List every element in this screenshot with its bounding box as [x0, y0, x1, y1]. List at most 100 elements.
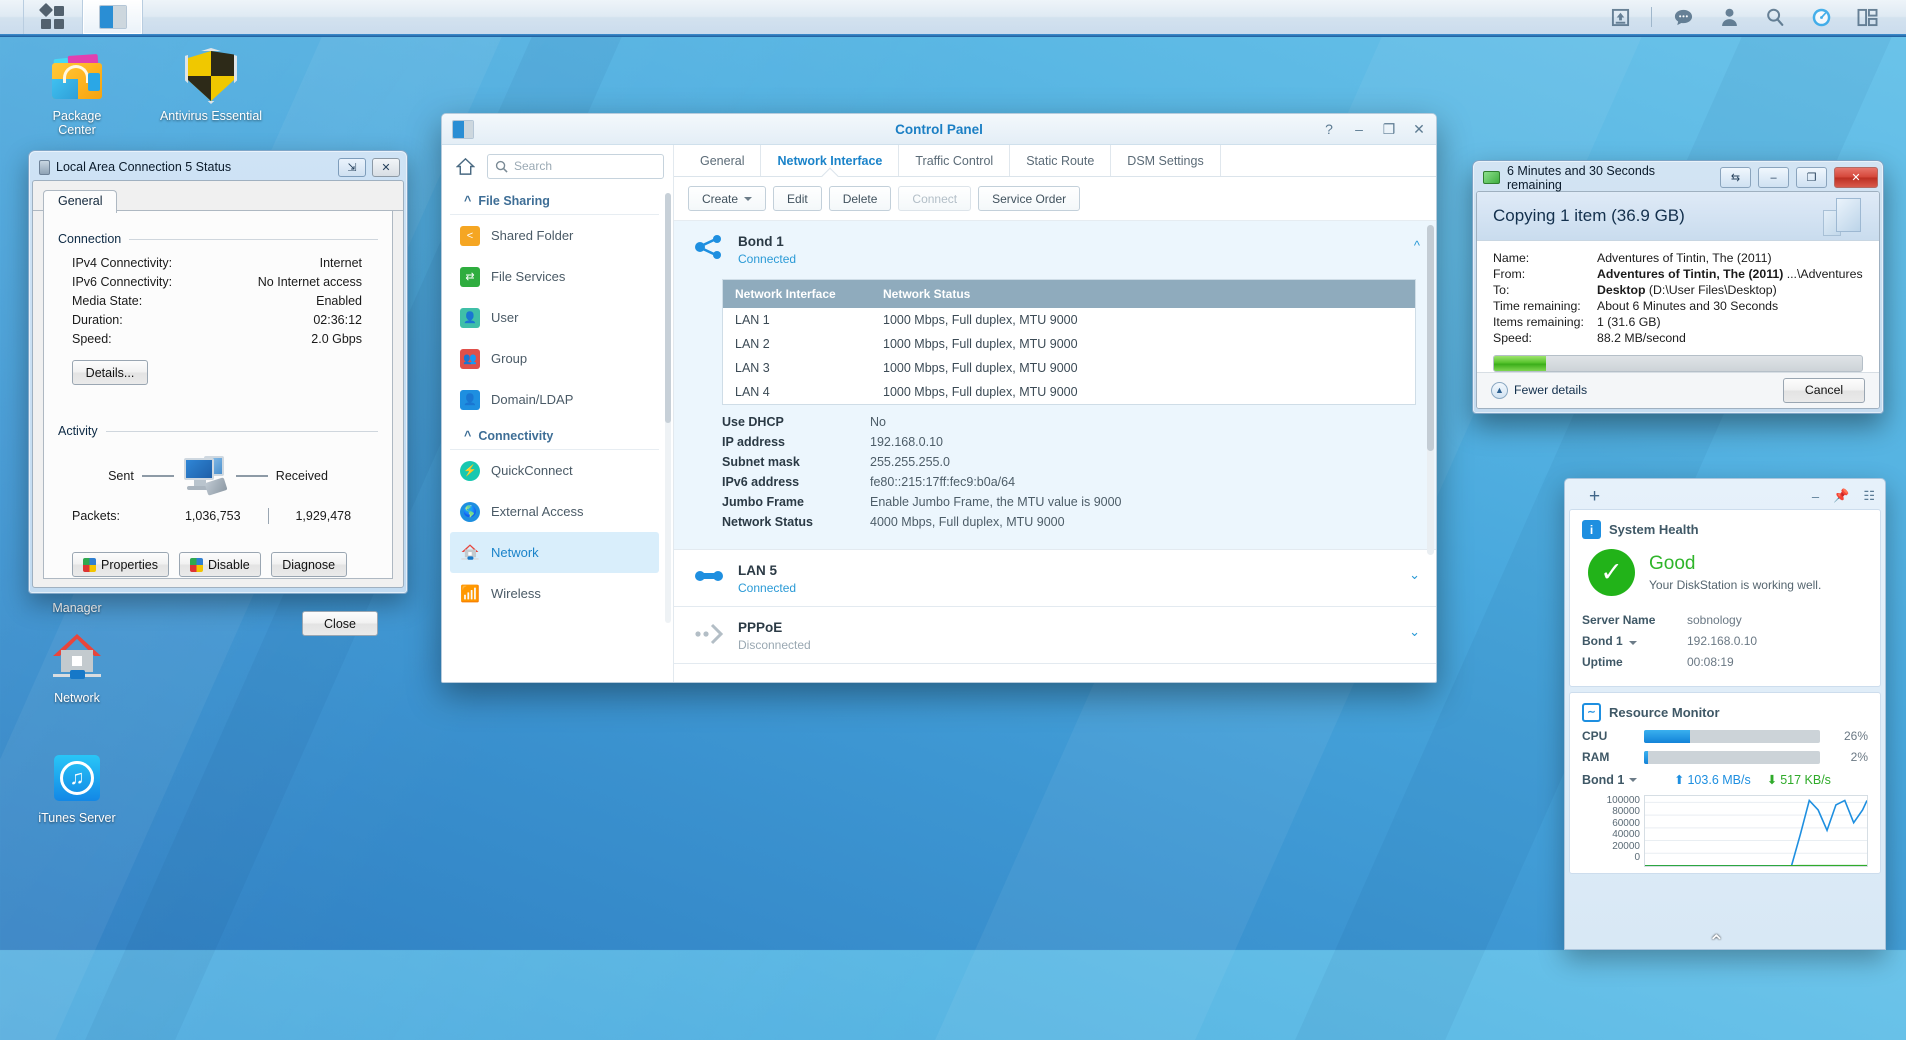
- interface-header[interactable]: Bond 1 Connected ^: [674, 221, 1436, 277]
- maximize-button[interactable]: ❐: [1382, 122, 1396, 136]
- copy-dialog-banner: Copying 1 item (36.9 GB): [1477, 192, 1879, 241]
- upload-icon[interactable]: [1597, 0, 1643, 36]
- interface-pppoe[interactable]: PPPoE Disconnected ⌄: [674, 607, 1436, 664]
- detail-key: Jumbo Frame: [722, 495, 870, 509]
- activity-legend: Activity: [58, 424, 106, 438]
- table-row[interactable]: LAN 31000 Mbps, Full duplex, MTU 9000: [723, 356, 1415, 380]
- desktop-icon-antivirus[interactable]: Antivirus Essential: [157, 48, 265, 123]
- table-row[interactable]: LAN 21000 Mbps, Full duplex, MTU 9000: [723, 332, 1415, 356]
- lan-dialog-tabstrip: General: [33, 181, 403, 211]
- chat-bubble-icon[interactable]: [1660, 0, 1706, 36]
- disable-button[interactable]: Disable: [179, 552, 261, 577]
- file-sheet-icon: [1836, 198, 1861, 232]
- person-icon[interactable]: [1706, 0, 1752, 36]
- chevron-down-icon[interactable]: ⌄: [1409, 563, 1420, 583]
- close-icon[interactable]: ✕: [372, 158, 400, 177]
- sidebar-item-domain-ldap[interactable]: 👤 Domain/LDAP: [442, 379, 667, 420]
- control-panel-main: General Network Interface Traffic Contro…: [674, 145, 1436, 683]
- close-icon[interactable]: ✕: [1412, 122, 1426, 136]
- sidebar-item-external-access[interactable]: 🌎 External Access: [442, 491, 667, 532]
- tab-network-interface[interactable]: Network Interface: [761, 145, 899, 176]
- panels-icon[interactable]: [1844, 0, 1890, 36]
- app-menu-button[interactable]: [23, 0, 83, 34]
- pin-icon[interactable]: 📌: [1833, 488, 1849, 504]
- restore-button[interactable]: ⇲: [338, 158, 366, 177]
- copy-dialog-titlebar[interactable]: 6 Minutes and 30 Seconds remaining ⇆ – ❐…: [1476, 164, 1880, 191]
- sidebar-item-shared-folder[interactable]: < Shared Folder: [442, 215, 667, 256]
- table-row[interactable]: LAN 41000 Mbps, Full duplex, MTU 9000: [723, 380, 1415, 404]
- sidebar-item-network[interactable]: Network: [450, 532, 659, 573]
- tab-static-route[interactable]: Static Route: [1010, 145, 1111, 176]
- computers-icon: [182, 456, 228, 496]
- search-input[interactable]: Search: [487, 154, 664, 179]
- interface-header[interactable]: LAN 5 Connected ⌄: [674, 550, 1436, 606]
- diagnose-button[interactable]: Diagnose: [271, 552, 347, 577]
- tab-traffic-control[interactable]: Traffic Control: [899, 145, 1010, 176]
- widget-title: i System Health: [1582, 520, 1868, 539]
- content-scrollbar[interactable]: [1427, 225, 1434, 555]
- checkmark-icon: ✓: [1588, 549, 1635, 596]
- desktop-icon-network[interactable]: Network: [23, 630, 131, 705]
- add-widget-button[interactable]: +: [1589, 487, 1600, 506]
- group-icon: 👥: [460, 349, 480, 369]
- maximize-button[interactable]: ❐: [1796, 167, 1827, 188]
- detail-key: From:: [1493, 266, 1597, 282]
- detail-value: sobnology: [1687, 613, 1868, 627]
- sidebar-item-user[interactable]: 👤 User: [442, 297, 667, 338]
- detail-row: Server Namesobnology: [1582, 613, 1868, 627]
- minimize-button[interactable]: –: [1812, 489, 1819, 504]
- cancel-button[interactable]: Cancel: [1783, 378, 1865, 403]
- control-panel-taskbar-item[interactable]: [83, 0, 143, 34]
- home-icon[interactable]: [451, 153, 480, 179]
- fewer-details-toggle[interactable]: ▲ Fewer details: [1491, 382, 1587, 399]
- help-button[interactable]: ?: [1322, 122, 1336, 136]
- tab-dsm-settings[interactable]: DSM Settings: [1111, 145, 1220, 176]
- sidebar-group-file-sharing[interactable]: ^ File Sharing: [450, 187, 659, 215]
- minimize-button[interactable]: –: [1352, 122, 1366, 136]
- delete-button[interactable]: Delete: [829, 186, 892, 211]
- sidebar-scrollbar[interactable]: [665, 193, 671, 623]
- magnifier-icon[interactable]: [1752, 0, 1798, 36]
- interface-lan-5[interactable]: LAN 5 Connected ⌄: [674, 550, 1436, 607]
- lan-dialog-titlebar[interactable]: Local Area Connection 5 Status ⇲ ✕: [32, 154, 404, 180]
- graph-plot-area: [1644, 795, 1868, 867]
- network-interface-selector[interactable]: Bond 1: [1582, 773, 1658, 787]
- detail-row[interactable]: Bond 1 192.168.0.10: [1582, 634, 1868, 648]
- close-button[interactable]: Close: [302, 611, 378, 636]
- interface-bond-1[interactable]: Bond 1 Connected ^ Network Interface Net…: [674, 221, 1436, 550]
- tab-general[interactable]: General: [684, 145, 761, 176]
- close-icon[interactable]: ✕: [1834, 167, 1878, 188]
- table-row: IPv4 Connectivity:Internet: [72, 256, 378, 270]
- chevron-down-icon[interactable]: ⌄: [1409, 620, 1420, 640]
- panels-icon[interactable]: ☷: [1863, 488, 1875, 504]
- gauge-icon[interactable]: [1798, 0, 1844, 36]
- chevron-up-icon[interactable]: ^: [1414, 234, 1420, 253]
- desktop-icon-package-center[interactable]: PackageCenter: [23, 48, 131, 137]
- properties-button[interactable]: Properties: [72, 552, 169, 577]
- edit-button[interactable]: Edit: [773, 186, 822, 211]
- details-button[interactable]: Details...: [72, 360, 148, 385]
- service-order-button[interactable]: Service Order: [978, 186, 1080, 211]
- transfer-toggle-button[interactable]: ⇆: [1720, 167, 1751, 188]
- sidebar-item-group[interactable]: 👥 Group: [442, 338, 667, 379]
- table-row[interactable]: LAN 11000 Mbps, Full duplex, MTU 9000: [723, 308, 1415, 332]
- detail-value: 192.168.0.10: [870, 435, 1416, 449]
- row-value: 2.0 Gbps: [222, 332, 378, 346]
- interface-header[interactable]: PPPoE Disconnected ⌄: [674, 607, 1436, 663]
- desktop-icon-label: Network: [23, 691, 131, 705]
- tab-general[interactable]: General: [43, 190, 117, 213]
- control-panel-titlebar[interactable]: Control Panel ? – ❐ ✕: [442, 114, 1436, 145]
- detail-row: Use DHCPNo: [722, 415, 1416, 429]
- create-button[interactable]: Create: [688, 186, 766, 211]
- interface-name: LAN 5: [738, 563, 1395, 579]
- sidebar-item-quickconnect[interactable]: ⚡ QuickConnect: [442, 450, 667, 491]
- sidebar-item-file-services[interactable]: ⇄ File Services: [442, 256, 667, 297]
- row-value: Enabled: [222, 294, 378, 308]
- minimize-button[interactable]: –: [1758, 167, 1789, 188]
- sidebar-item-wireless[interactable]: 📶 Wireless: [442, 573, 667, 614]
- desktop-icon-itunes[interactable]: ♫ iTunes Server: [23, 750, 131, 825]
- info-shield-icon: i: [1582, 520, 1601, 539]
- sidebar-group-connectivity[interactable]: ^ Connectivity: [450, 422, 659, 450]
- y-tick-label: 100000: [1582, 795, 1640, 806]
- detail-value: Enable Jumbo Frame, the MTU value is 900…: [870, 495, 1416, 509]
